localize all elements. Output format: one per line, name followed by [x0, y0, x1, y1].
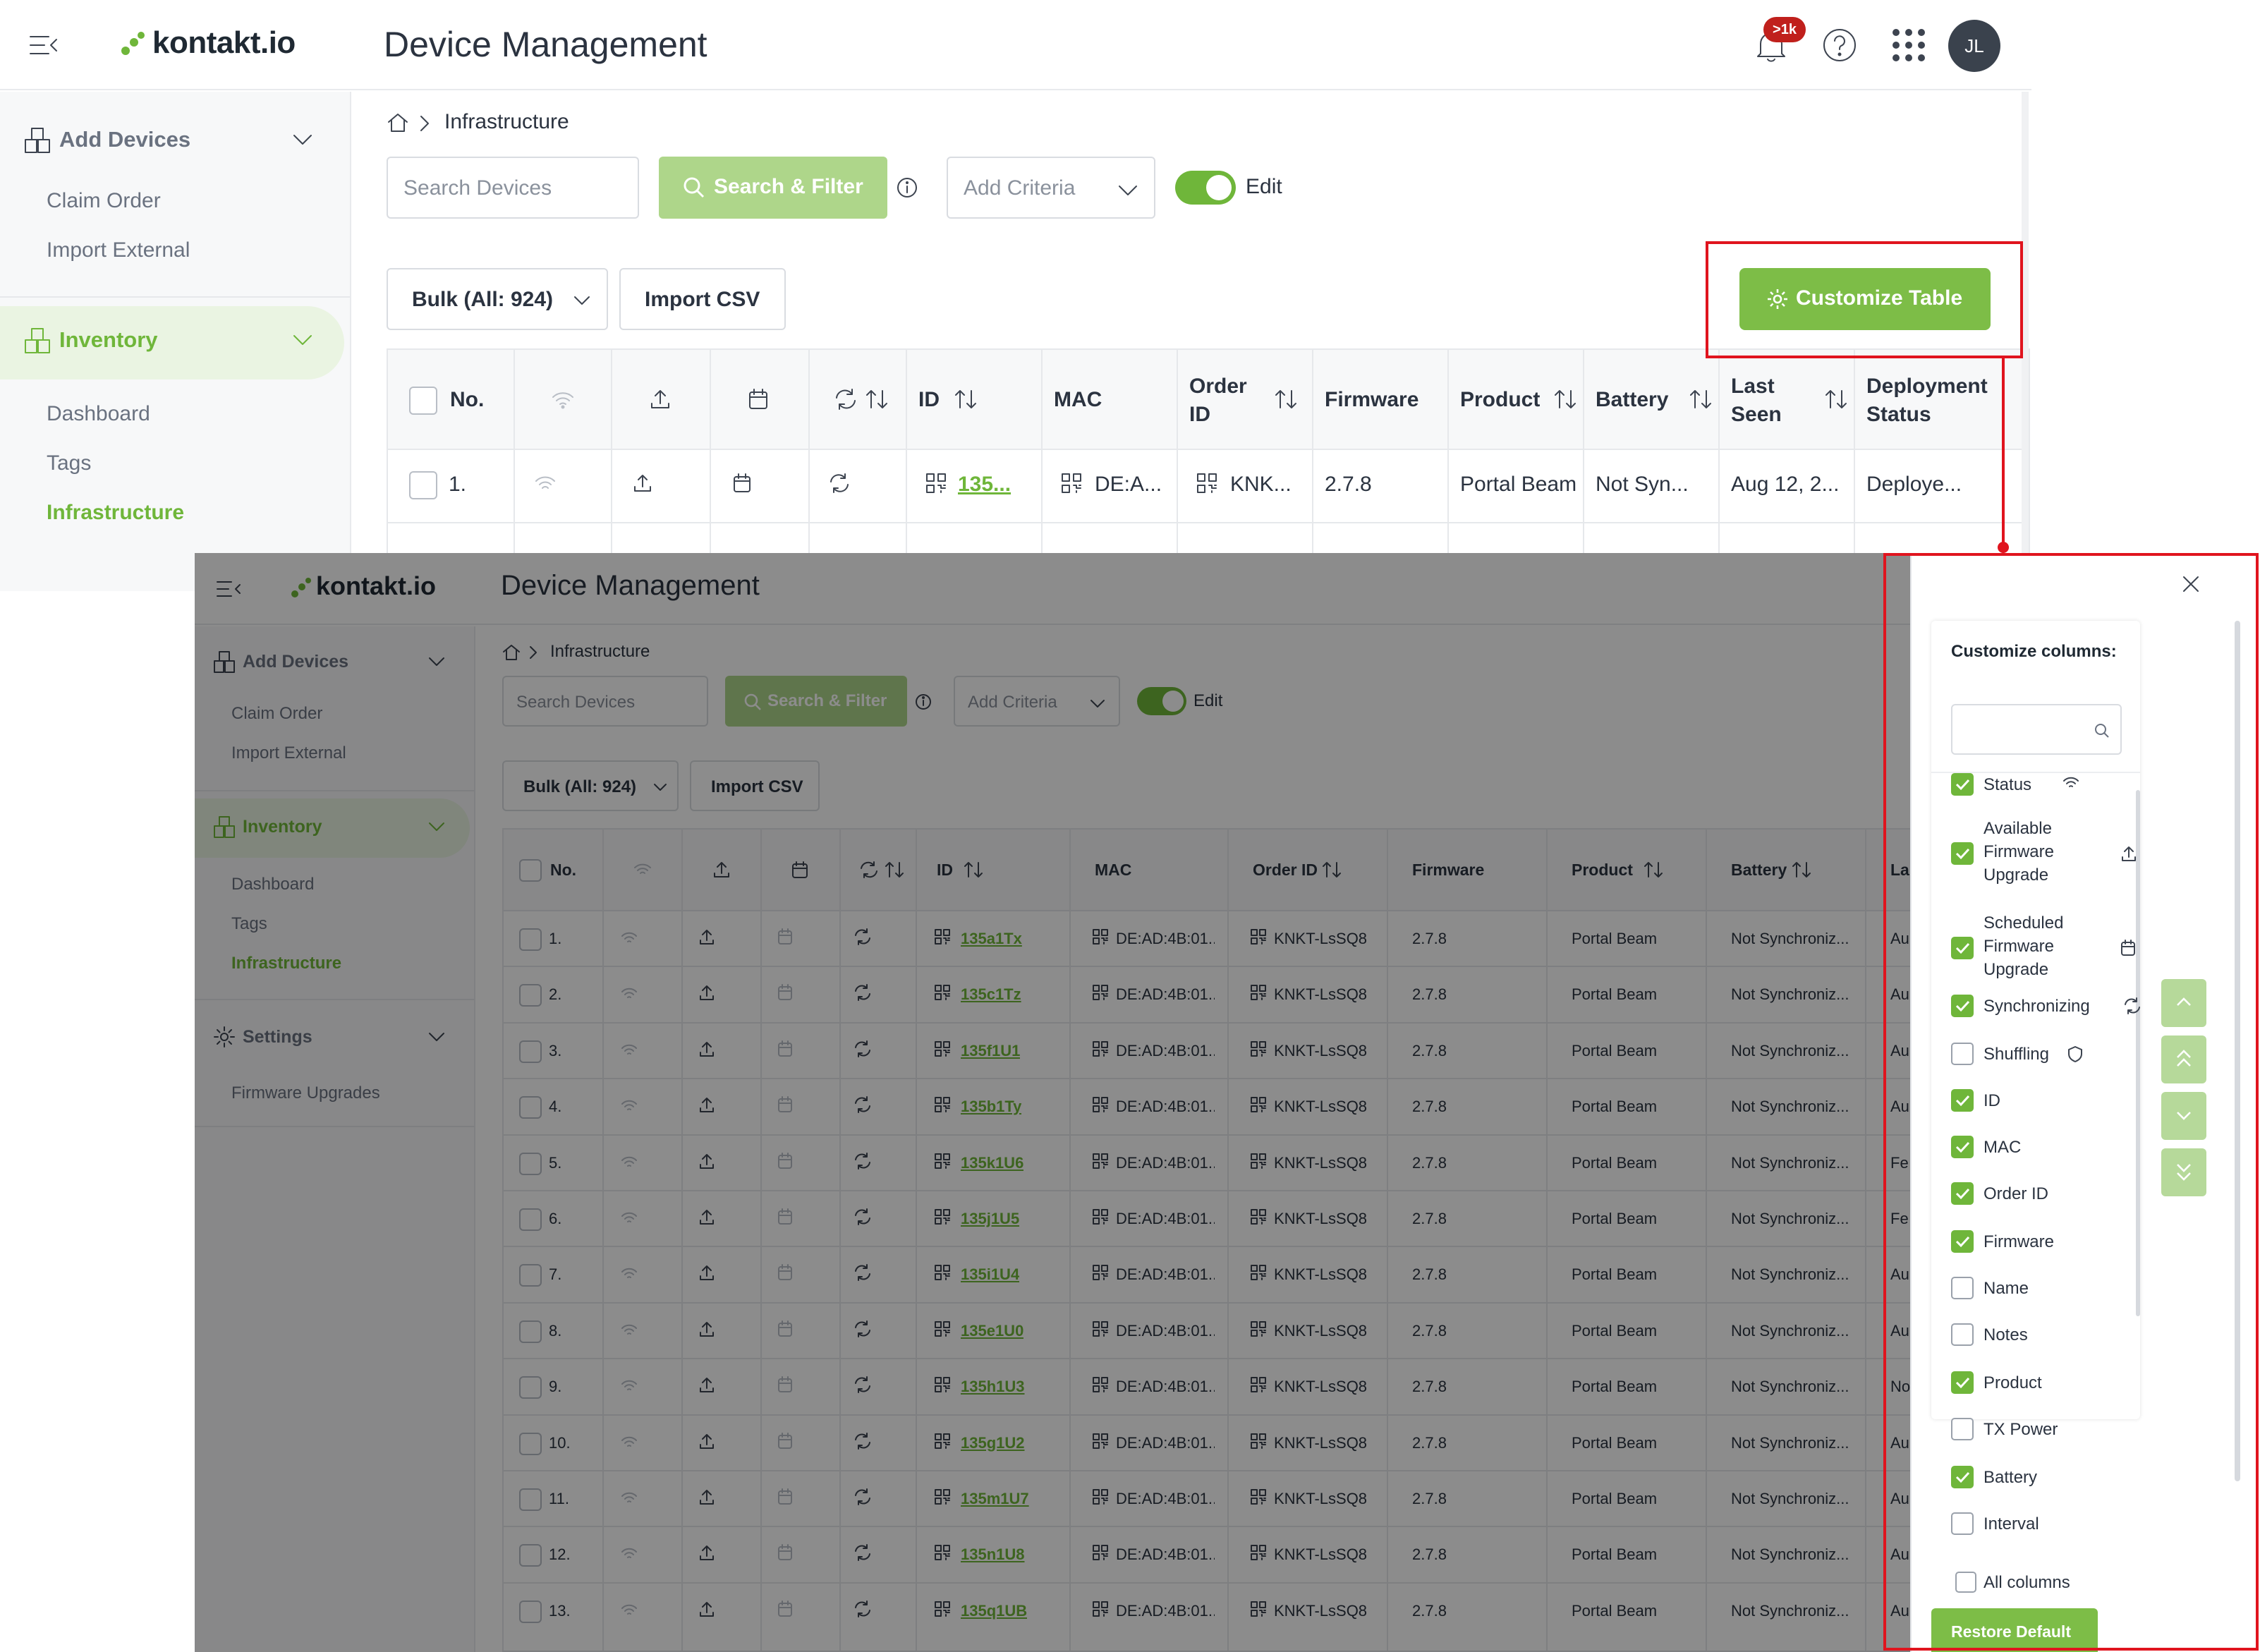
col-header-battery[interactable]: Battery	[1596, 388, 1668, 412]
device-id-link[interactable]: 135...	[958, 473, 1035, 497]
edit-toggle[interactable]	[1175, 171, 1236, 205]
wifi-icon	[535, 476, 555, 489]
wifi-icon	[552, 392, 573, 409]
sort-icon[interactable]	[865, 388, 889, 411]
sidebar-section-add-devices[interactable]: Add Devices	[0, 106, 350, 179]
logo-text: kontakt.io	[152, 25, 296, 60]
col-header-last-seen[interactable]: Last Seen	[1731, 372, 1816, 429]
annotation-highlight-customize-button	[1706, 241, 2023, 358]
row-mac: DE:A...	[1095, 473, 1162, 496]
col-header-no[interactable]: No.	[450, 388, 484, 412]
app-header: kontakt.io Device Management >1k JL	[0, 0, 2031, 90]
select-all-checkbox[interactable]	[409, 387, 437, 415]
col-header-product[interactable]: Product	[1460, 388, 1540, 412]
sidebar-section-label: Inventory	[59, 327, 158, 352]
sort-icon[interactable]	[1689, 388, 1713, 411]
row-order-id: KNK...	[1230, 473, 1292, 496]
chevron-right-icon	[420, 116, 429, 131]
col-header-id[interactable]: ID	[918, 388, 940, 412]
upload-icon[interactable]	[632, 473, 653, 494]
import-csv-button[interactable]: Import CSV	[619, 268, 786, 330]
row-firmware: 2.7.8	[1325, 473, 1372, 496]
help-icon[interactable]	[1821, 27, 1858, 63]
row-last-seen: Aug 12, 2...	[1731, 473, 1840, 496]
row-product: Portal Beam	[1460, 473, 1577, 496]
sidebar-item-tags[interactable]: Tags	[47, 451, 91, 475]
sidebar-item-dashboard[interactable]: Dashboard	[47, 402, 150, 426]
qr-code-icon[interactable]	[925, 473, 947, 494]
boxes-icon	[25, 128, 50, 153]
sort-icon[interactable]	[1274, 388, 1298, 411]
search-icon	[684, 177, 705, 198]
col-header-firmware[interactable]: Firmware	[1325, 388, 1418, 412]
search-filter-label: Search & Filter	[714, 175, 863, 198]
sort-icon[interactable]	[1824, 388, 1848, 411]
qr-code-icon[interactable]	[1196, 473, 1217, 494]
apps-grid-icon[interactable]	[1892, 28, 1926, 62]
sidebar-item-claim-order[interactable]: Claim Order	[47, 189, 161, 213]
breadcrumb-current: Infrastructure	[444, 110, 569, 133]
qr-code-icon[interactable]	[1061, 473, 1082, 494]
edit-label: Edit	[1246, 175, 1282, 198]
calendar-icon[interactable]	[732, 473, 752, 494]
info-icon[interactable]	[896, 176, 918, 199]
annotation-connector-dot	[1998, 542, 2009, 553]
row-battery: Not Syn...	[1596, 473, 1689, 496]
annotation-connector	[2002, 357, 2005, 547]
chevron-down-icon[interactable]	[292, 333, 313, 347]
sort-icon[interactable]	[1553, 388, 1577, 411]
sort-icon[interactable]	[954, 388, 978, 411]
notification-badge: >1k	[1763, 17, 1806, 42]
chevron-down-icon	[1119, 186, 1137, 195]
search-placeholder: Search Devices	[403, 176, 552, 200]
col-header-mac[interactable]: MAC	[1054, 388, 1102, 412]
sidebar-section-label: Add Devices	[59, 127, 191, 152]
chevron-down-icon[interactable]	[292, 133, 313, 147]
col-header-order-id[interactable]: Order ID	[1189, 372, 1267, 429]
add-criteria-label: Add Criteria	[964, 176, 1076, 200]
calendar-icon	[749, 389, 767, 409]
sidebar-section-inventory[interactable]: Inventory	[0, 306, 344, 379]
search-filter-button[interactable]: Search & Filter	[659, 157, 887, 219]
menu-collapse-icon[interactable]	[28, 32, 59, 58]
sync-icon[interactable]	[828, 473, 851, 494]
boxes-icon	[25, 328, 50, 353]
row-no: 1.	[449, 473, 467, 496]
upload-icon	[651, 390, 669, 408]
sync-icon	[836, 389, 856, 410]
bulk-label: Bulk (All: 924)	[412, 288, 554, 311]
home-icon[interactable]	[387, 111, 409, 134]
avatar[interactable]: JL	[1948, 20, 2000, 72]
annotation-highlight-panel	[1883, 553, 2259, 1651]
col-header-deployment-status[interactable]: Deployment Status	[1866, 372, 2030, 429]
page-title: Device Management	[384, 25, 707, 64]
chevron-down-icon	[574, 296, 590, 305]
sidebar-item-import-external[interactable]: Import External	[47, 238, 190, 262]
bulk-select[interactable]: Bulk (All: 924)	[387, 268, 608, 330]
search-input[interactable]: Search Devices	[387, 157, 639, 219]
add-criteria-select[interactable]: Add Criteria	[947, 157, 1155, 219]
sidebar-item-infrastructure[interactable]: Infrastructure	[47, 501, 184, 525]
row-checkbox[interactable]	[409, 471, 437, 499]
logo-mark-icon	[121, 32, 145, 55]
import-csv-label: Import CSV	[645, 288, 760, 311]
sidebar: Add Devices Claim Order Import External …	[0, 92, 351, 591]
